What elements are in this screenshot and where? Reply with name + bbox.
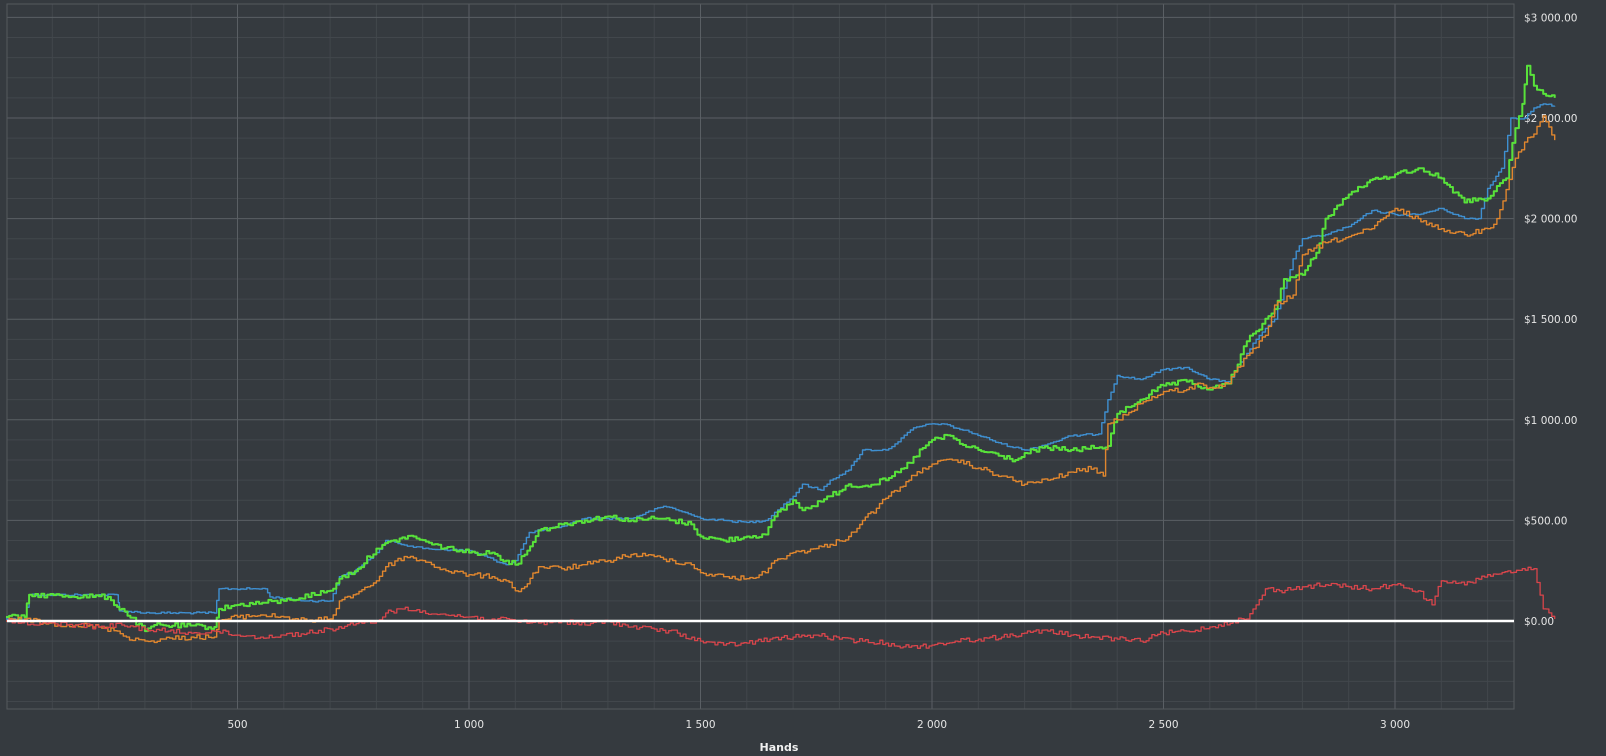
series-line-blue [6, 103, 1556, 621]
x-axis-tick-labels: 500 1 000 1 500 2 000 2 500 3 000 [227, 719, 1410, 731]
major-gridlines [7, 4, 1514, 709]
x-tick-label: 500 [227, 719, 247, 731]
x-tick-label: 3 000 [1380, 719, 1410, 731]
y-tick-label: $2 500.00 [1524, 113, 1577, 125]
x-axis-title: Hands [760, 741, 799, 754]
y-tick-label: $2 000.00 [1524, 214, 1577, 226]
bankroll-chart: $3 000.00 $2 500.00 $2 000.00 $1 500.00 $1 0… [6, 3, 1577, 754]
x-tick-label: 1 000 [454, 719, 484, 731]
series-line-green [6, 64, 1556, 633]
x-tick-label: 2 500 [1148, 719, 1178, 731]
y-tick-label: $0.00 [1524, 616, 1554, 628]
minor-gridlines [7, 4, 1514, 709]
x-tick-label: 1 500 [685, 719, 715, 731]
y-tick-label: $500.00 [1524, 515, 1567, 527]
plot-frame [6, 3, 1515, 710]
x-tick-label: 2 000 [917, 719, 947, 731]
series-line-red [6, 566, 1556, 649]
y-tick-label: $3 000.00 [1524, 12, 1577, 24]
y-tick-label: $1 000.00 [1524, 415, 1577, 427]
y-tick-label: $1 500.00 [1524, 314, 1577, 326]
